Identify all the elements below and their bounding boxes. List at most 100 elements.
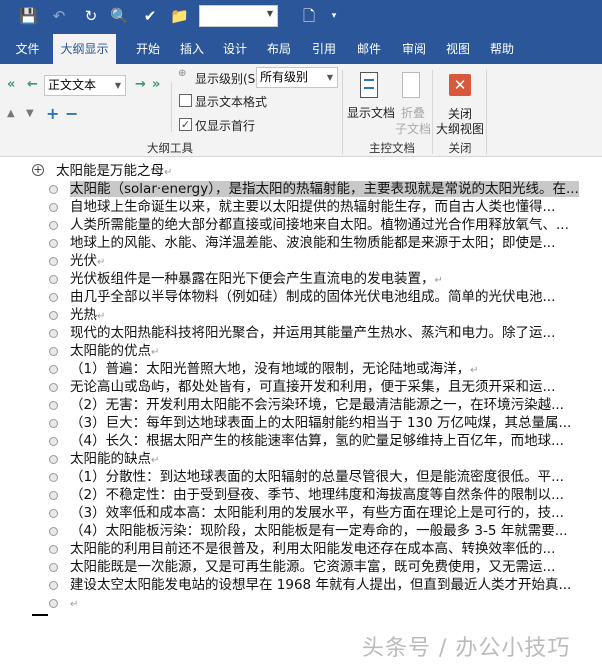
paragraph-mark: ↵ [434, 275, 443, 286]
outline-item[interactable]: 太阳能的优点↵ [70, 342, 159, 360]
outline-item[interactable]: 人类所需能量的绝大部分都直接或间接地来自太阳。植物通过光合作用释放氧气、... [70, 216, 569, 234]
outline-heading[interactable]: 太阳能是万能之母↵ [56, 162, 172, 180]
bullet-icon[interactable] [49, 472, 58, 482]
customize-icon[interactable]: ▾ [325, 7, 343, 25]
outline-item[interactable]: 太阳能的利用目前还不是很普及，利用太阳能发电还存在成本高、转换效率低的... [70, 540, 555, 558]
expand-heading-icon[interactable]: + [32, 164, 44, 176]
outline-item-text: 太阳能既是一次能源，又是可再生能源。它资源丰富，既可免费使用，又无需运... [70, 559, 556, 575]
undo-icon[interactable]: ↶ [50, 7, 68, 25]
outline-item-text: 太阳能的优点 [70, 343, 151, 359]
bullet-icon[interactable] [49, 310, 58, 320]
save-icon[interactable]: 💾 [19, 7, 38, 25]
paragraph-mark: ↵ [151, 347, 160, 358]
bullet-icon[interactable] [49, 364, 58, 374]
bullet-icon[interactable] [49, 580, 58, 590]
tab-review[interactable]: 审阅 [394, 34, 434, 64]
paragraph-mark: ↵ [470, 365, 479, 376]
outline-item[interactable]: 光伏板组件是一种暴露在阳光下便会产生直流电的发电装置，↵ [70, 270, 443, 288]
outline-item-text: 光伏 [70, 253, 97, 269]
bullet-icon[interactable] [49, 454, 58, 464]
bullet-icon[interactable] [49, 202, 58, 212]
outline-item-text: 地球上的风能、水能、海洋温差能、波浪能和生物质能都是来源于太阳；即使是... [70, 235, 556, 251]
paragraph-mark: ↵ [151, 455, 160, 466]
outline-item[interactable]: （2）无害：开发利用太阳能不会污染环境，它是最清洁能源之一，在环境污染越... [70, 396, 564, 414]
outline-item[interactable]: 光伏↵ [70, 252, 105, 270]
bullet-icon[interactable] [49, 382, 58, 392]
outline-item[interactable]: 建设太空太阳能发电站的设想早在 1968 年就有人提出，但直到最近人类才开始真.… [70, 576, 571, 594]
bullet-icon[interactable] [49, 490, 58, 500]
bullet-icon[interactable] [49, 292, 58, 302]
outline-item-text: （4）太阳能板污染：现阶段，太阳能板是有一定寿命的，一般最多 3-5 年就需要.… [70, 523, 568, 539]
tab-file[interactable]: 文件 [5, 34, 50, 64]
print-preview-icon[interactable]: 🔍 [110, 7, 129, 25]
tab-help[interactable]: 帮助 [482, 34, 522, 64]
tab-references[interactable]: 引用 [304, 34, 344, 64]
promote-icon[interactable]: ← [27, 77, 38, 92]
outline-item[interactable]: 太阳能（solar·energy），是指太阳的热辐射能，主要表现就是常说的太阳光… [70, 180, 579, 198]
expand-icon[interactable]: + [46, 104, 59, 123]
promote-to-heading1-icon[interactable]: « [7, 77, 15, 92]
outline-item[interactable]: 现代的太阳热能科技将阳光聚合，并运用其能量产生热水、蒸汽和电力。除了运... [70, 324, 555, 342]
outline-item[interactable]: （4）长久：根据太阳产生的核能速率估算，氢的贮量足够维持上百亿年，而地球... [70, 432, 564, 450]
outline-item[interactable]: （2）不稳定性：由于受到昼夜、季节、地理纬度和海拔高度等自然条件的限制以... [70, 486, 564, 504]
tab-mailings[interactable]: 邮件 [349, 34, 389, 64]
outline-item[interactable]: ↵ [70, 594, 78, 612]
show-text-format-checkbox[interactable] [179, 94, 192, 107]
new-document-icon[interactable]: 🗋 [300, 7, 318, 25]
collapse-subdocuments-button[interactable]: 折叠 [401, 104, 425, 121]
open-folder-icon[interactable]: 📁 [170, 7, 189, 25]
end-of-document-marker [32, 614, 48, 616]
bullet-icon[interactable] [49, 274, 58, 284]
outline-item[interactable]: 太阳能的缺点↵ [70, 450, 159, 468]
show-document-button[interactable]: 显示文档 [347, 104, 395, 121]
bullet-icon[interactable] [49, 508, 58, 518]
bullet-icon[interactable] [49, 526, 58, 536]
outline-item[interactable]: 地球上的风能、水能、海洋温差能、波浪能和生物质能都是来源于太阳；即使是... [70, 234, 555, 252]
move-down-icon[interactable]: ▼ [26, 108, 34, 119]
show-first-line-checkbox[interactable]: ✓ [179, 118, 192, 131]
tab-layout[interactable]: 布局 [259, 34, 299, 64]
outline-item[interactable]: 自地球上生命诞生以来，就主要以太阳提供的热辐射能生存，而自古人类也懂得... [70, 198, 555, 216]
bullet-icon[interactable] [49, 256, 58, 266]
redo-icon[interactable]: ↻ [82, 7, 100, 25]
bullet-icon[interactable] [49, 184, 58, 194]
outline-item-text: （1）分散性：到达地球表面的太阳辐射的总量尽管很大，但是能流密度很低。平... [70, 469, 564, 485]
demote-icon[interactable]: → [135, 77, 146, 92]
outline-item[interactable]: 太阳能既是一次能源，又是可再生能源。它资源丰富，既可免费使用，又无需运... [70, 558, 555, 576]
bullet-icon[interactable] [49, 328, 58, 338]
bullet-icon[interactable] [49, 562, 58, 572]
tab-insert[interactable]: 插入 [172, 34, 212, 64]
outline-item[interactable]: （1）普遍：太阳光普照大地，没有地域的限制，无论陆地或海洋，↵ [70, 360, 478, 378]
font-combo[interactable]: ▼ [199, 5, 278, 27]
show-level-combo[interactable]: 所有级别 ▼ [256, 67, 338, 88]
bullet-icon[interactable] [49, 400, 58, 410]
move-up-icon[interactable]: ▲ [7, 108, 15, 119]
touch-mode-icon[interactable]: ✔ [141, 7, 159, 25]
bullet-icon[interactable] [49, 544, 58, 554]
outline-item-text: （3）效率低和成本高：太阳能利用的发展水平，有些方面在理论上是可行的，技... [70, 505, 564, 521]
bullet-icon[interactable] [49, 418, 58, 428]
outline-level-combo[interactable]: 正文文本 ▼ [44, 75, 126, 96]
collapse-icon[interactable]: − [65, 104, 78, 123]
tab-home[interactable]: 开始 [128, 34, 168, 64]
bullet-icon[interactable] [49, 238, 58, 248]
ribbon-tabs: 文件 大纲显示 开始 插入 设计 布局 引用 邮件 审阅 视图 帮助 [0, 34, 602, 64]
group-label-master-document: 主控文档 [369, 141, 415, 155]
tab-view[interactable]: 视图 [438, 34, 478, 64]
close-icon[interactable]: ✕ [449, 74, 471, 96]
tab-design[interactable]: 设计 [215, 34, 255, 64]
bullet-icon[interactable] [49, 436, 58, 446]
outline-item[interactable]: 光热↵ [70, 306, 105, 324]
outline-item[interactable]: （4）太阳能板污染：现阶段，太阳能板是有一定寿命的，一般最多 3-5 年就需要.… [70, 522, 568, 540]
outline-item[interactable]: （3）效率低和成本高：太阳能利用的发展水平，有些方面在理论上是可行的，技... [70, 504, 564, 522]
outline-item[interactable]: （1）分散性：到达地球表面的太阳辐射的总量尽管很大，但是能流密度很低。平... [70, 468, 564, 486]
demote-to-body-icon[interactable]: » [152, 77, 160, 92]
bullet-icon[interactable] [49, 598, 58, 608]
tab-outline[interactable]: 大纲显示 [53, 34, 116, 64]
ribbon: « ← 正文文本 ▼ → » ▲ ▼ + − ⊕ 显示级别(S): 所有级别 ▼ 显… [0, 64, 602, 157]
outline-item[interactable]: （3）巨大：每年到达地球表面上的太阳辐射能约相当于 130 万亿吨煤，其总量属.… [70, 414, 571, 432]
outline-item[interactable]: 由几乎全部以半导体物料（例如硅）制成的固体光伏电池组成。简单的光伏电池... [70, 288, 555, 306]
outline-item[interactable]: 无论高山或岛屿，都处处皆有，可直接开发和利用，便于采集，且无须开采和运... [70, 378, 555, 396]
bullet-icon[interactable] [49, 346, 58, 356]
bullet-icon[interactable] [49, 220, 58, 230]
